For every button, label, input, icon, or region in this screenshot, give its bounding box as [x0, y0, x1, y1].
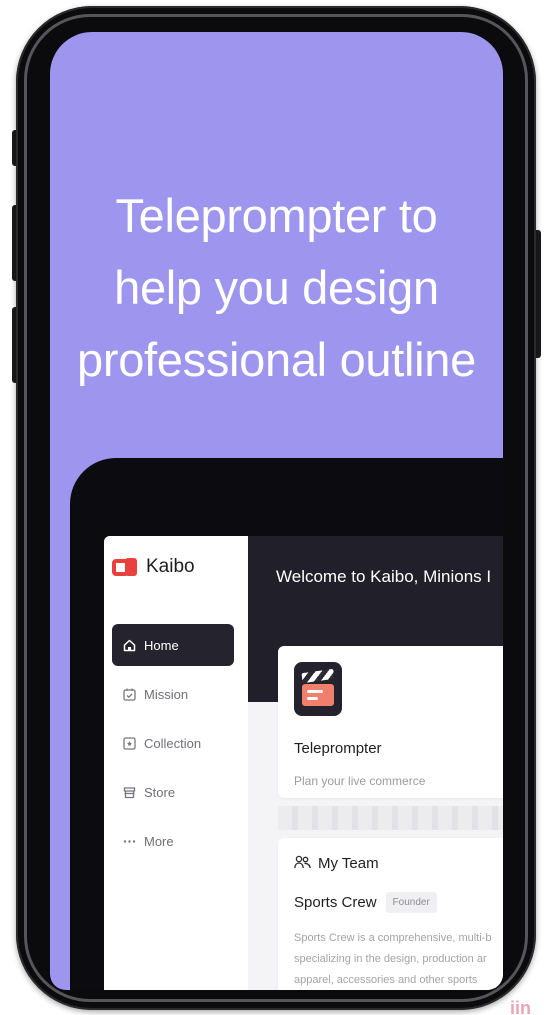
clapperboard-icon [294, 662, 342, 716]
team-heading-label: My Team [318, 855, 379, 872]
sidebar: Kaibo Home Mission Collection Store More [104, 536, 248, 990]
tablet-frame: Kaibo Home Mission Collection Store More… [70, 458, 503, 990]
promo-screenshot: Teleprompter to help you design professi… [0, 0, 544, 1015]
app-logo[interactable]: Kaibo [112, 556, 195, 578]
description-line: apparel, accessories and other sports [294, 974, 478, 986]
headline-line: help you design [114, 261, 439, 314]
description-line: Sports Crew is a comprehensive, multi-b [294, 932, 492, 944]
sidebar-item-label: Collection [144, 735, 202, 751]
calendar-check-icon [122, 687, 136, 701]
sidebar-item-label: More [144, 833, 174, 849]
role-badge: Founder [385, 892, 437, 913]
headline-line: professional outline [77, 333, 476, 386]
card-title: Teleprompter [294, 740, 382, 757]
team-users-icon [294, 855, 311, 872]
collection-icon [122, 736, 136, 750]
headline-line: Teleprompter to [115, 189, 438, 242]
promo-headline: Teleprompter to help you design professi… [50, 180, 503, 396]
logo-text: Kaibo [146, 556, 195, 577]
more-dots-icon [122, 834, 136, 848]
team-name: Sports Crew [294, 894, 377, 911]
team-heading: My Team [294, 855, 379, 872]
watermark-text: iin [510, 998, 531, 1015]
sidebar-item-label: Home [144, 637, 179, 653]
sidebar-item-home[interactable]: Home [112, 624, 234, 666]
card-subtitle: Plan your live commerce [294, 774, 426, 788]
sidebar-item-more[interactable]: More [112, 820, 234, 862]
sidebar-item-label: Store [144, 784, 176, 800]
store-icon [122, 785, 136, 799]
main-content: Welcome to Kaibo, Minions I Teleprompter… [248, 536, 503, 990]
sidebar-item-mission[interactable]: Mission [112, 673, 234, 715]
section-divider [278, 806, 503, 830]
app-screen: Kaibo Home Mission Collection Store More… [104, 536, 503, 990]
teleprompter-card[interactable]: Teleprompter Plan your live commerce [278, 646, 503, 798]
phone-screen: Teleprompter to help you design professi… [50, 32, 503, 990]
my-team-card[interactable]: My Team Sports Crew Founder Sports Crew … [278, 838, 503, 990]
description-line: specializing in the design, production a… [294, 953, 487, 965]
team-name-row: Sports Crew Founder [294, 892, 437, 913]
home-icon [122, 638, 136, 652]
welcome-text: Welcome to Kaibo, Minions I [276, 567, 492, 586]
sidebar-nav: Home Mission Collection Store More [112, 624, 234, 869]
sidebar-item-store[interactable]: Store [112, 771, 234, 813]
sidebar-item-collection[interactable]: Collection [112, 722, 234, 764]
kaibo-logo-icon [112, 556, 140, 578]
team-description: Sports Crew is a comprehensive, multi-b … [294, 928, 503, 990]
sidebar-item-label: Mission [144, 686, 189, 702]
